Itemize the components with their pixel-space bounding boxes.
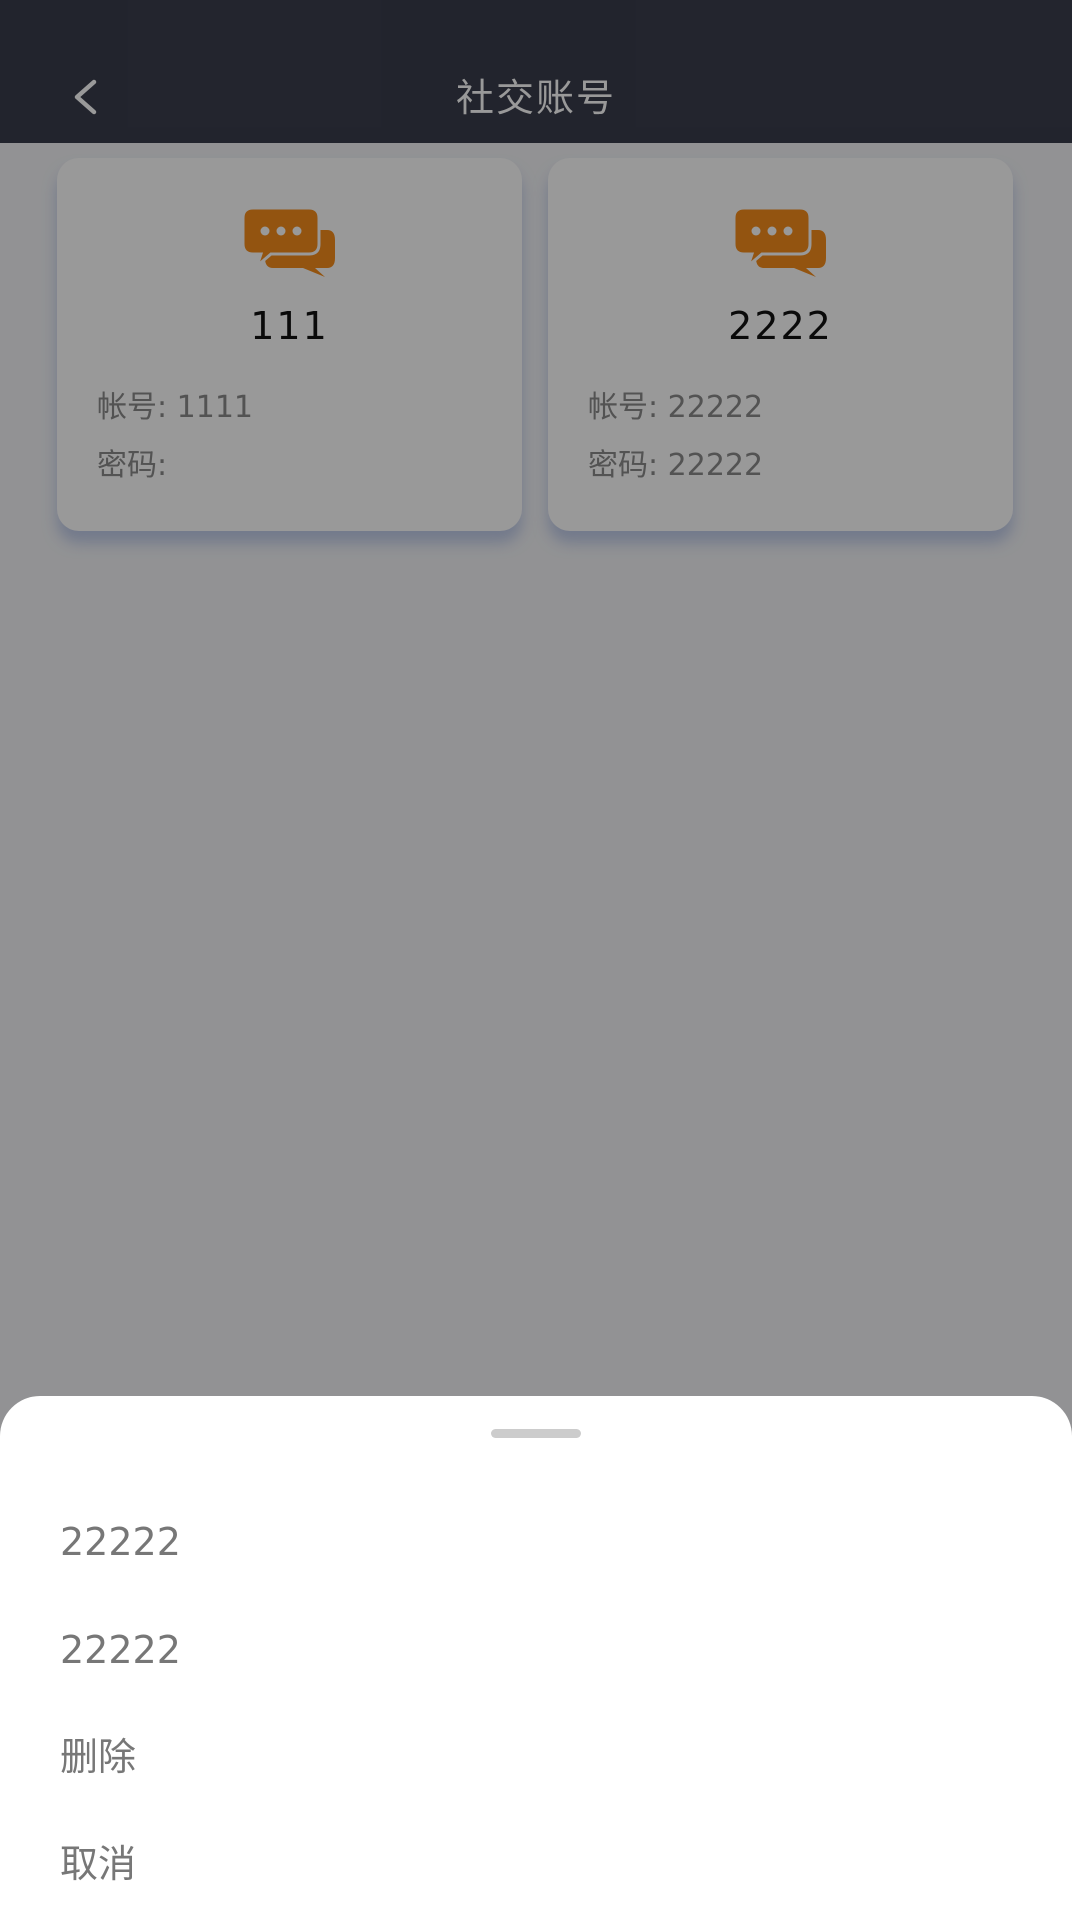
action-sheet: 22222 22222 删除 取消 [0,1396,1072,1912]
delete-button[interactable]: 删除 [60,1731,136,1783]
app-screen: 社交账号 111 帐号: 1111 密码: 2222 帐号: 22222 密码:… [0,0,1072,1912]
cancel-button[interactable]: 取消 [60,1838,136,1890]
sheet-drag-handle[interactable] [491,1429,581,1438]
sheet-item-account[interactable]: 22222 [60,1516,181,1568]
sheet-item-password[interactable]: 22222 [60,1624,181,1676]
